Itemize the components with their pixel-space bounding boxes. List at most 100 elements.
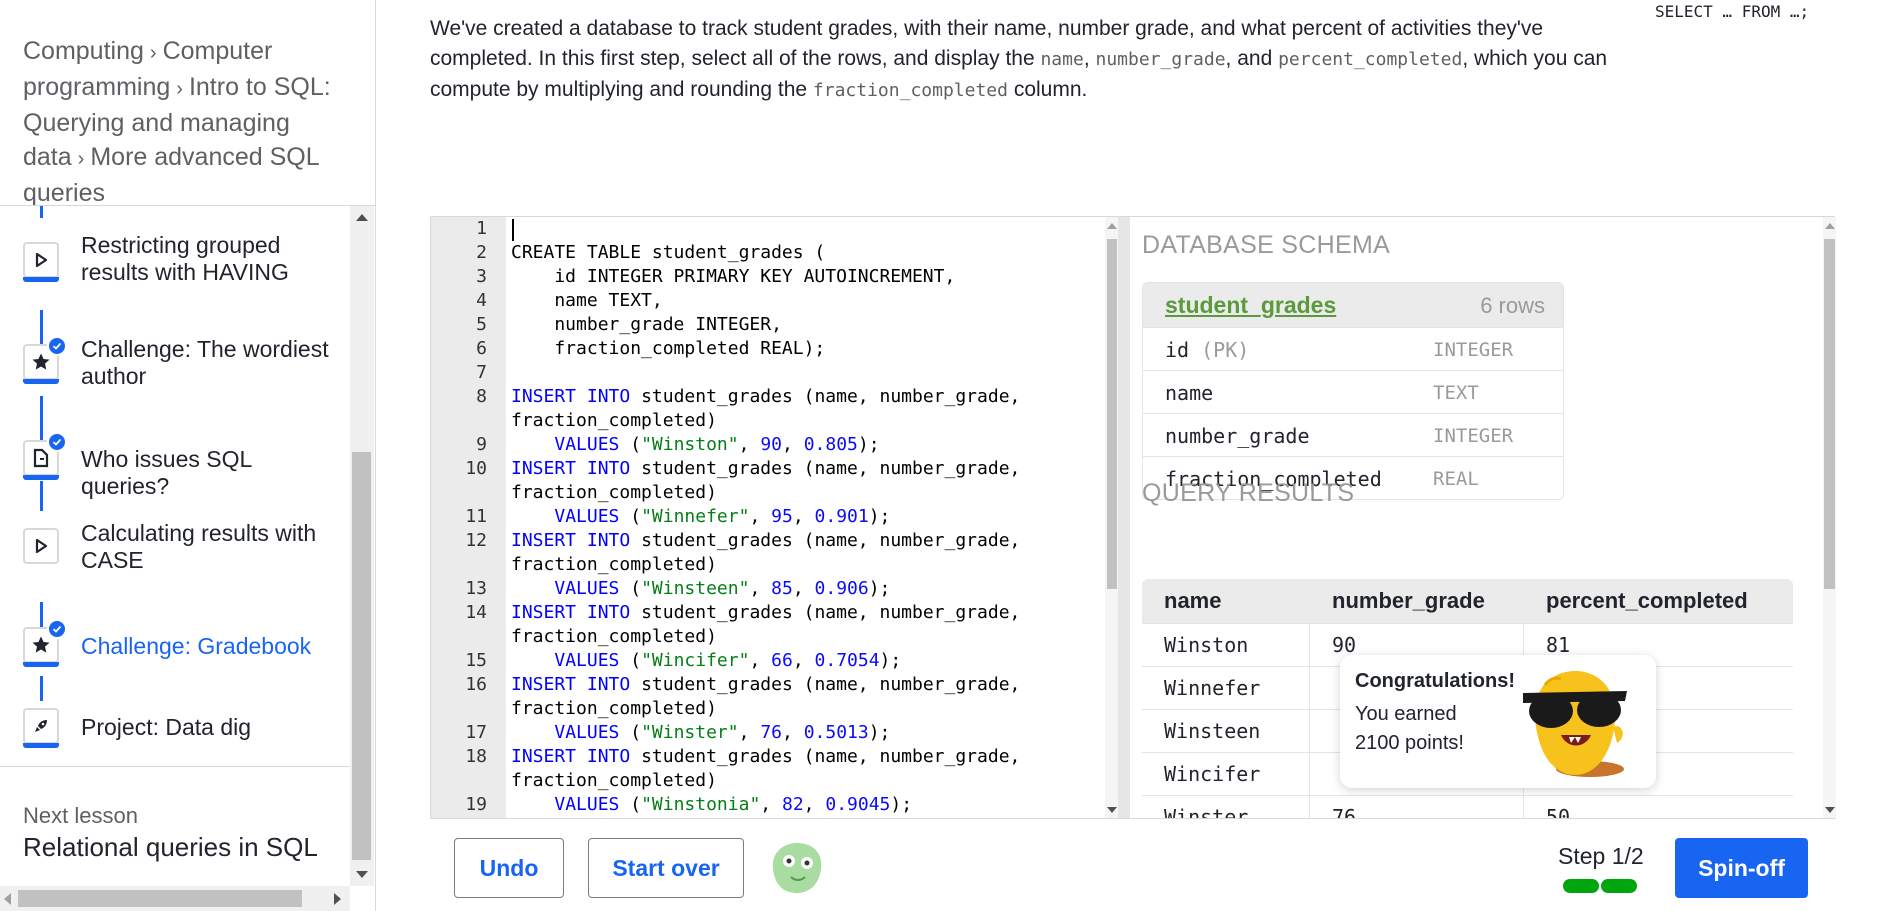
- table-cell: Winnefer: [1142, 667, 1310, 709]
- line-number: 15: [465, 650, 487, 671]
- next-lesson-label: Next lesson: [23, 803, 138, 828]
- sidebar-horizontal-scrollbar[interactable]: [0, 886, 350, 911]
- checkmark-icon: [47, 432, 67, 452]
- lesson-label: Challenge: Gradebook: [81, 633, 312, 659]
- line-number: 19: [465, 794, 487, 815]
- checkmark-icon: [47, 619, 67, 639]
- breadcrumb-computing[interactable]: Computing: [23, 37, 144, 65]
- code-text: INSERT INTO student_grades (name, number…: [511, 746, 1021, 767]
- line-number: 7: [476, 362, 487, 383]
- code-text: fraction_completed): [511, 482, 717, 503]
- results-header-cell: name: [1164, 588, 1222, 613]
- chevron-right-icon: ›: [176, 78, 183, 100]
- inline-code: percent_completed: [1278, 49, 1463, 70]
- code-text: INSERT INTO student_grades (name, number…: [511, 386, 1021, 407]
- scroll-right-icon[interactable]: [334, 893, 341, 905]
- line-number: 4: [476, 290, 487, 311]
- lesson-item-restricting-grouped[interactable]: Restricting grouped results with HAVING: [0, 232, 350, 286]
- schema-column-row: name TEXT: [1143, 370, 1563, 413]
- scroll-up-icon[interactable]: [1825, 223, 1835, 229]
- code-text: fraction_completed): [511, 770, 717, 791]
- pane-divider[interactable]: [1118, 217, 1130, 819]
- column-type: REAL: [1433, 468, 1479, 490]
- output-scrollbar[interactable]: [1823, 217, 1836, 819]
- line-number: 9: [476, 434, 487, 455]
- sidebar-vertical-scrollbar[interactable]: [350, 206, 374, 886]
- table-row: Winster 76 50: [1142, 795, 1793, 819]
- lesson-item-calculating-case[interactable]: Calculating results with CASE: [0, 518, 350, 573]
- scroll-down-icon[interactable]: [1825, 807, 1835, 813]
- inline-code: name: [1040, 49, 1084, 70]
- code-text: VALUES ("Winsteen", 85, 0.906);: [554, 578, 891, 599]
- editor-scrollbar[interactable]: [1105, 217, 1118, 819]
- sidebar: Computing › Computer programming › Intro to …: [0, 0, 376, 911]
- line-number: 1: [476, 218, 487, 239]
- line-number: 18: [465, 746, 487, 767]
- rocket-icon: [35, 720, 47, 732]
- next-lesson-link[interactable]: Relational queries in SQL: [23, 832, 318, 863]
- lesson-label: Who issues SQL queries?: [81, 446, 252, 499]
- table-cell: Winsteen: [1142, 710, 1310, 752]
- schema-column-row: number_grade INTEGER: [1143, 413, 1563, 456]
- congratulations-popup: Congratulations! You earned 2100 points!: [1340, 655, 1656, 788]
- star-icon: [32, 353, 50, 370]
- scrollbar-thumb[interactable]: [1107, 239, 1117, 589]
- editor-frame: 1 2 CREATE TABLE student_grades (3 id INTE…: [430, 216, 1836, 911]
- chevron-right-icon: ›: [77, 148, 85, 170]
- step-progress-bar: [1601, 879, 1637, 893]
- line-number: 6: [476, 338, 487, 359]
- scroll-down-icon[interactable]: [1107, 807, 1117, 813]
- lesson-item-data-dig[interactable]: Project: Data dig: [0, 702, 350, 756]
- play-icon: [35, 538, 48, 554]
- scrollbar-thumb[interactable]: [1824, 239, 1835, 589]
- code-text: INSERT INTO student_grades (name, number…: [511, 458, 1021, 479]
- line-number: 13: [465, 578, 487, 599]
- column-type: INTEGER: [1433, 425, 1514, 447]
- line-number: 11: [465, 506, 487, 527]
- table-cell: Wincifer: [1142, 753, 1310, 795]
- instruction-text: , and: [1225, 47, 1279, 70]
- lesson-icon-box: [23, 528, 59, 564]
- chevron-right-icon: ›: [149, 42, 157, 64]
- start-over-button[interactable]: Start over: [588, 838, 744, 898]
- line-number: 2: [476, 242, 487, 263]
- line-number: 8: [476, 386, 487, 407]
- scrollbar-thumb[interactable]: [352, 452, 371, 860]
- code-text: CREATE TABLE student_grades (: [511, 242, 826, 263]
- lesson-item-who-issues-sql[interactable]: Who issues SQL queries?: [0, 432, 350, 499]
- progress-bar: [23, 277, 59, 282]
- progress-track: [40, 676, 43, 701]
- checkmark-icon: [47, 336, 67, 356]
- hint-character-icon[interactable]: [767, 839, 827, 897]
- progress-bar: [23, 379, 59, 384]
- code-text: VALUES ("Winston", 90, 0.805);: [554, 434, 880, 455]
- code-editor[interactable]: 1 2 CREATE TABLE student_grades (3 id INTE…: [431, 217, 1118, 819]
- scroll-up-icon[interactable]: [1107, 223, 1117, 229]
- code-text: fraction_completed): [511, 554, 717, 575]
- code-text: fraction_completed): [511, 410, 717, 431]
- scrollbar-thumb[interactable]: [18, 890, 302, 907]
- undo-button[interactable]: Undo: [454, 838, 564, 898]
- lesson-item-gradebook[interactable]: Challenge: Gradebook: [0, 618, 350, 672]
- code-text: id INTEGER PRIMARY KEY AUTOINCREMENT,: [511, 266, 956, 287]
- scroll-down-icon[interactable]: [356, 871, 368, 878]
- code-text: VALUES ("Winster", 76, 0.5013);: [554, 722, 891, 743]
- results-header-row: name number_grade percent_completed: [1142, 579, 1793, 623]
- scroll-left-icon[interactable]: [4, 893, 11, 905]
- progress-bar: [23, 743, 59, 748]
- code-text: fraction_completed REAL);: [511, 338, 826, 359]
- instruction-text: column.: [1007, 78, 1088, 101]
- results-heading: QUERY RESULTS: [1142, 479, 1355, 507]
- star-icon: [32, 636, 50, 653]
- scroll-up-icon[interactable]: [356, 214, 368, 221]
- schema-table-name-link[interactable]: student_grades: [1165, 292, 1336, 319]
- code-text: INSERT INTO student_grades (name, number…: [511, 530, 1021, 551]
- lesson-item-wordiest-author[interactable]: Challenge: The wordiest author: [0, 334, 350, 389]
- code-text: number_grade INTEGER,: [511, 314, 782, 335]
- article-icon: [33, 448, 49, 468]
- code-text: VALUES ("Winstonia", 82, 0.9045);: [554, 794, 913, 815]
- lesson-icon-box: [23, 708, 59, 748]
- column-type: INTEGER: [1433, 339, 1514, 361]
- spin-off-button[interactable]: Spin-off: [1675, 838, 1808, 898]
- column-name: id (PK): [1165, 338, 1250, 362]
